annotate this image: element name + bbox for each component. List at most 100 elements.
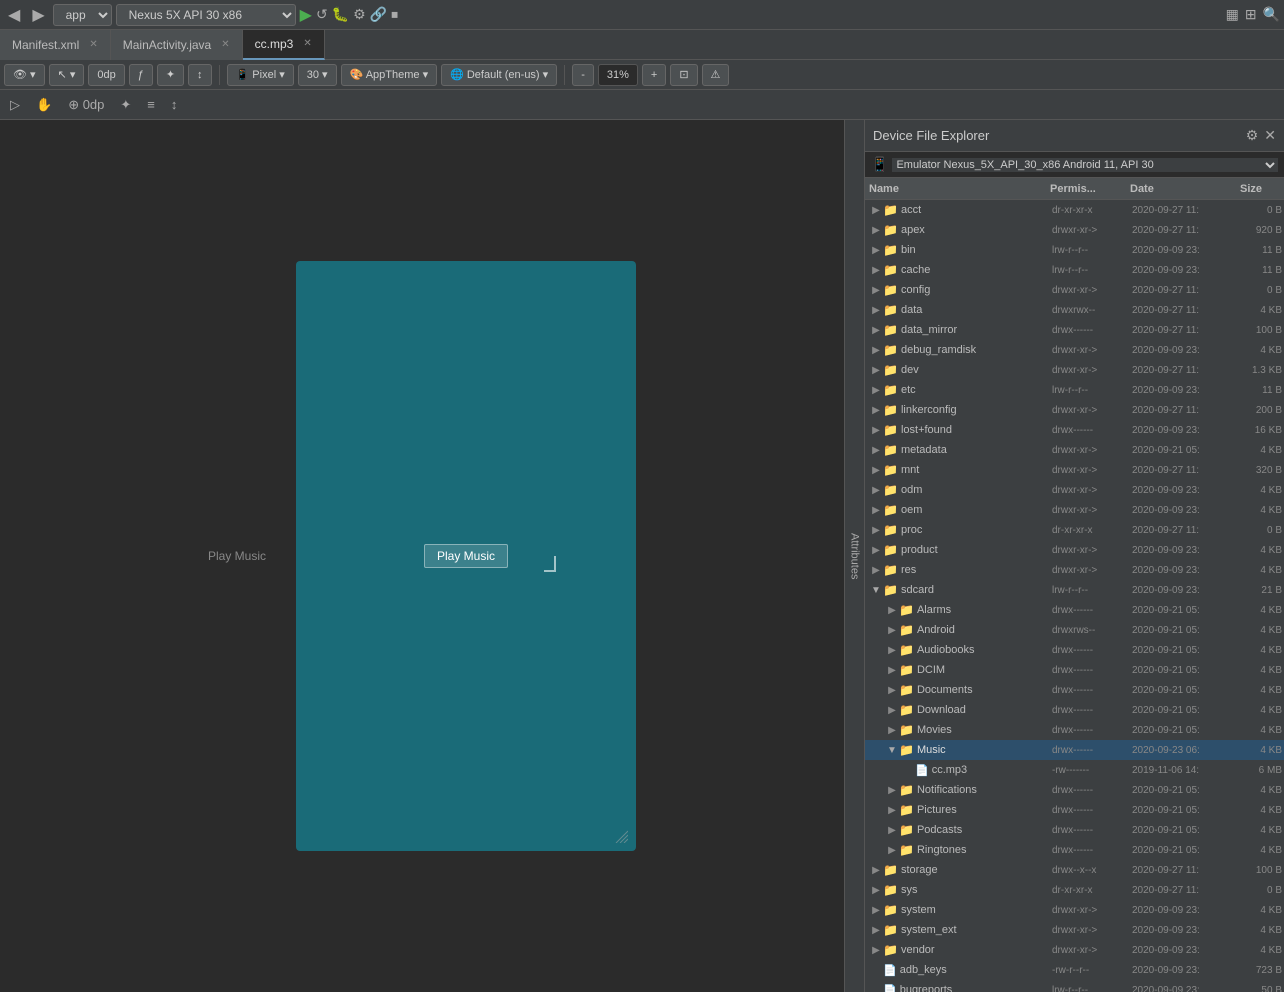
tree-arrow[interactable]: ▶ <box>869 925 883 936</box>
play-music-button[interactable]: Play Music <box>424 544 508 568</box>
tree-arrow[interactable]: ▶ <box>869 865 883 876</box>
align-button[interactable]: ≡ <box>141 95 161 114</box>
layout-icon[interactable]: ▦ <box>1226 6 1239 23</box>
tree-arrow[interactable]: ▼ <box>869 585 883 596</box>
tab-ccmp3[interactable]: cc.mp3 ✕ <box>243 30 325 60</box>
view-mode-button[interactable]: 👁 ▾ <box>4 64 45 86</box>
hand-button[interactable]: ✋ <box>30 95 58 115</box>
tree-arrow[interactable]: ▶ <box>869 505 883 516</box>
tree-row-lost-found[interactable]: ▶ 📁 lost+found drwx------ 2020-09-09 23:… <box>865 420 1284 440</box>
dfe-close-button[interactable]: ✕ <box>1264 127 1276 144</box>
profile-button[interactable]: ⚙ <box>353 6 366 23</box>
tree-arrow[interactable]: ▶ <box>869 485 883 496</box>
tree-arrow[interactable]: ▶ <box>869 305 883 316</box>
tree-row-Download[interactable]: ▶ 📁 Download drwx------ 2020-09-21 05: 4… <box>865 700 1284 720</box>
tree-row-data[interactable]: ▶ 📁 data drwxrwx-- 2020-09-27 11: 4 KB <box>865 300 1284 320</box>
tab-mainactivity-close[interactable]: ✕ <box>221 39 229 50</box>
tree-row-dev[interactable]: ▶ 📁 dev drwxr-xr-> 2020-09-27 11: 1.3 KB <box>865 360 1284 380</box>
device-dropdown[interactable]: Nexus 5X API 30 x86 <box>116 4 296 26</box>
tree-row-product[interactable]: ▶ 📁 product drwxr-xr-> 2020-09-09 23: 4 … <box>865 540 1284 560</box>
tree-row-linkerconfig[interactable]: ▶ 📁 linkerconfig drwxr-xr-> 2020-09-27 1… <box>865 400 1284 420</box>
sync-button[interactable]: ↺ <box>316 6 328 23</box>
tree-row-storage[interactable]: ▶ 📁 storage drwx--x--x 2020-09-27 11: 10… <box>865 860 1284 880</box>
tab-mainactivity[interactable]: MainActivity.java ✕ <box>111 30 243 60</box>
api-dropdown[interactable]: 30 ▾ <box>298 64 337 86</box>
tree-row-metadata[interactable]: ▶ 📁 metadata drwxr-xr-> 2020-09-21 05: 4… <box>865 440 1284 460</box>
tree-row-Documents[interactable]: ▶ 📁 Documents drwx------ 2020-09-21 05: … <box>865 680 1284 700</box>
tree-arrow[interactable]: ▶ <box>869 885 883 896</box>
tree-arrow[interactable]: ▶ <box>869 225 883 236</box>
zoom-fit-button[interactable]: ⊡ <box>670 64 697 86</box>
tree-arrow[interactable]: ▶ <box>885 605 899 616</box>
tree-row-bugreports[interactable]: 📄 bugreports lrw-r--r-- 2020-09-09 23: 5… <box>865 980 1284 992</box>
tree-row-Podcasts[interactable]: ▶ 📁 Podcasts drwx------ 2020-09-21 05: 4… <box>865 820 1284 840</box>
locale-dropdown[interactable]: 🌐 Default (en-us) ▾ <box>441 64 557 86</box>
tree-arrow[interactable]: ▶ <box>885 705 899 716</box>
tree-arrow[interactable]: ▶ <box>885 825 899 836</box>
tree-row-mnt[interactable]: ▶ 📁 mnt drwxr-xr-> 2020-09-27 11: 320 B <box>865 460 1284 480</box>
tree-row-res[interactable]: ▶ 📁 res drwxr-xr-> 2020-09-09 23: 4 KB <box>865 560 1284 580</box>
tree-arrow[interactable]: ▶ <box>885 685 899 696</box>
attach-button[interactable]: 🔗 <box>370 6 387 23</box>
terminal-icon[interactable]: ⊞ <box>1245 6 1257 23</box>
tree-row-Audiobooks[interactable]: ▶ 📁 Audiobooks drwx------ 2020-09-21 05:… <box>865 640 1284 660</box>
zoom-in-button[interactable]: + <box>642 64 666 86</box>
tree-row-Movies[interactable]: ▶ 📁 Movies drwx------ 2020-09-21 05: 4 K… <box>865 720 1284 740</box>
tree-arrow[interactable]: ▶ <box>869 405 883 416</box>
tree-arrow[interactable]: ▶ <box>885 805 899 816</box>
apptheme-dropdown[interactable]: 🎨 AppTheme ▾ <box>341 64 438 86</box>
tree-row-Notifications[interactable]: ▶ 📁 Notifications drwx------ 2020-09-21 … <box>865 780 1284 800</box>
tree-row-config[interactable]: ▶ 📁 config drwxr-xr-> 2020-09-27 11: 0 B <box>865 280 1284 300</box>
tree-row-Music[interactable]: ▼ 📁 Music drwx------ 2020-09-23 06: 4 KB <box>865 740 1284 760</box>
tab-ccmp3-close[interactable]: ✕ <box>303 38 311 49</box>
tree-arrow[interactable]: ▶ <box>869 345 883 356</box>
app-dropdown[interactable]: app <box>53 4 112 26</box>
tree-arrow[interactable]: ▶ <box>869 565 883 576</box>
tree-row-DCIM[interactable]: ▶ 📁 DCIM drwx------ 2020-09-21 05: 4 KB <box>865 660 1284 680</box>
tab-manifest[interactable]: Manifest.xml ✕ <box>0 30 111 60</box>
tree-row-vendor[interactable]: ▶ 📁 vendor drwxr-xr-> 2020-09-09 23: 4 K… <box>865 940 1284 960</box>
tree-arrow[interactable]: ▶ <box>869 445 883 456</box>
tree-row-cache[interactable]: ▶ 📁 cache lrw-r--r-- 2020-09-09 23: 11 B <box>865 260 1284 280</box>
tree-row-sdcard[interactable]: ▼ 📁 sdcard lrw-r--r-- 2020-09-09 23: 21 … <box>865 580 1284 600</box>
select-button[interactable]: ▷ <box>4 95 26 115</box>
tab-manifest-close[interactable]: ✕ <box>89 39 97 50</box>
tree-arrow[interactable]: ▶ <box>869 945 883 956</box>
tree-row-debug-ramdisk[interactable]: ▶ 📁 debug_ramdisk drwxr-xr-> 2020-09-09 … <box>865 340 1284 360</box>
tree-row-Alarms[interactable]: ▶ 📁 Alarms drwx------ 2020-09-21 05: 4 K… <box>865 600 1284 620</box>
tree-arrow[interactable]: ▶ <box>885 665 899 676</box>
tree-arrow[interactable]: ▶ <box>869 265 883 276</box>
pixel-dropdown[interactable]: 📱 Pixel ▾ <box>227 64 294 86</box>
tree-row-sys[interactable]: ▶ 📁 sys dr-xr-xr-x 2020-09-27 11: 0 B <box>865 880 1284 900</box>
search-icon[interactable]: 🔍 <box>1263 6 1280 23</box>
cursor-button[interactable]: ↖ ▾ <box>49 64 85 86</box>
tree-arrow[interactable]: ▶ <box>869 205 883 216</box>
tree-row-data-mirror[interactable]: ▶ 📁 data_mirror drwx------ 2020-09-27 11… <box>865 320 1284 340</box>
tree-arrow[interactable]: ▶ <box>885 725 899 736</box>
zoom-out-button[interactable]: - <box>572 64 594 86</box>
tree-arrow[interactable]: ▶ <box>869 365 883 376</box>
tree-arrow[interactable]: ▶ <box>869 285 883 296</box>
tree-arrow[interactable]: ▶ <box>869 465 883 476</box>
dfe-settings-button[interactable]: ⚙ <box>1246 127 1259 144</box>
attributes-sidebar[interactable]: Attributes <box>844 120 864 992</box>
tree-arrow[interactable]: ▶ <box>869 245 883 256</box>
tree-arrow[interactable]: ▶ <box>869 905 883 916</box>
tree-row-Android[interactable]: ▶ 📁 Android drwxrws-- 2020-09-21 05: 4 K… <box>865 620 1284 640</box>
tree-row-system[interactable]: ▶ 📁 system drwxr-xr-> 2020-09-09 23: 4 K… <box>865 900 1284 920</box>
tree-row-acct[interactable]: ▶ 📁 acct dr-xr-xr-x 2020-09-27 11: 0 B <box>865 200 1284 220</box>
tree-row-bin[interactable]: ▶ 📁 bin lrw-r--r-- 2020-09-09 23: 11 B <box>865 240 1284 260</box>
tree-row-oem[interactable]: ▶ 📁 oem drwxr-xr-> 2020-09-09 23: 4 KB <box>865 500 1284 520</box>
tree-arrow[interactable]: ▶ <box>885 625 899 636</box>
guidelines-button[interactable]: ↕ <box>165 95 184 114</box>
tree-row-odm[interactable]: ▶ 📁 odm drwxr-xr-> 2020-09-09 23: 4 KB <box>865 480 1284 500</box>
tree-row-etc[interactable]: ▶ 📁 etc lrw-r--r-- 2020-09-09 23: 11 B <box>865 380 1284 400</box>
tree-arrow[interactable]: ▶ <box>885 845 899 856</box>
tree-row-adb-keys[interactable]: 📄 adb_keys -rw-r--r-- 2020-09-09 23: 723… <box>865 960 1284 980</box>
tree-arrow[interactable]: ▶ <box>885 785 899 796</box>
formula-button[interactable]: ƒ <box>129 64 153 86</box>
tree-row-Ringtones[interactable]: ▶ 📁 Ringtones drwx------ 2020-09-21 05: … <box>865 840 1284 860</box>
odp-button[interactable]: 0dp <box>88 64 124 86</box>
tree-arrow[interactable]: ▶ <box>869 525 883 536</box>
back-button[interactable]: ◀ <box>4 3 24 27</box>
